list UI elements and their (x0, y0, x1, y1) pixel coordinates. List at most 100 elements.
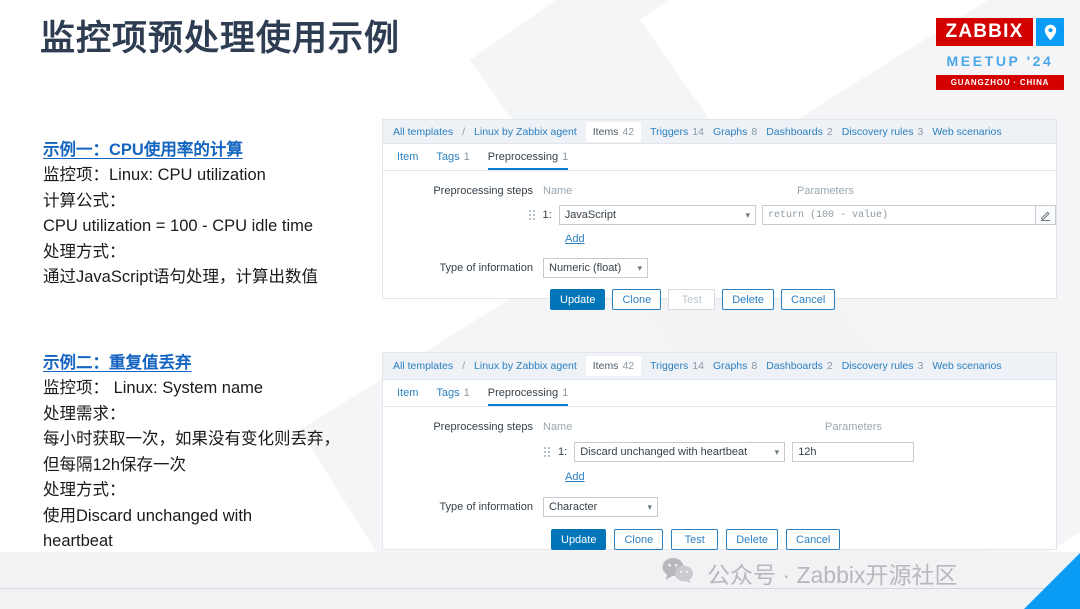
clone-button[interactable]: Clone (612, 289, 662, 310)
tab-item[interactable]: Item (397, 387, 418, 406)
location-pin-icon (1036, 18, 1064, 46)
tab-preprocessing-count: 1 (562, 387, 569, 399)
nav-items-label: Items (592, 125, 619, 138)
page-title: 监控项预处理使用示例 (40, 19, 401, 58)
type-of-information-value: Numeric (float) (549, 262, 622, 274)
column-header-name: Name (543, 185, 573, 197)
nav-graphs[interactable]: Graphs 8 (713, 360, 757, 372)
logo-top-row: ZABBIX (936, 18, 1064, 46)
add-step-link[interactable]: Add (565, 471, 585, 483)
type-of-information-select[interactable]: Character ▾ (543, 497, 658, 517)
column-header-name: Name (543, 421, 573, 433)
tab-tags-count: 1 (463, 151, 470, 163)
footer-watermark-text: 公众号 · Zabbix开源社区 (707, 562, 958, 588)
nav-graphs-count: 8 (751, 125, 758, 138)
example-2-line-1: 监控项： Linux: System name (43, 379, 264, 397)
column-header-parameters: Parameters (825, 421, 882, 433)
add-step-link[interactable]: Add (565, 233, 585, 245)
chevron-down-icon: ▾ (774, 446, 780, 457)
nav-items[interactable]: Items 42 (585, 356, 642, 376)
step-drag-handle[interactable] (528, 208, 537, 222)
test-button: Test (668, 289, 716, 310)
example-2-line-2: 处理需求： (43, 404, 126, 423)
example-1-line-4: 处理方式： (43, 242, 126, 261)
tab-tags[interactable]: Tags 1 (436, 151, 469, 170)
nav-web-scenarios[interactable]: Web scenarios (932, 126, 1001, 138)
nav-items[interactable]: Items 42 (585, 121, 642, 142)
example-block-2: 示例二：重复值丢弃 监控项： Linux: System name 处理需求： … (43, 349, 340, 555)
nav-items-label: Items (592, 360, 619, 372)
type-of-information-label: Type of information (439, 501, 533, 513)
step-number: 1: (542, 209, 552, 221)
tab-item[interactable]: Item (397, 151, 418, 170)
type-of-information-label: Type of information (439, 262, 533, 274)
update-button[interactable]: Update (551, 529, 607, 550)
nav-discovery-rules[interactable]: Discovery rules 3 (842, 126, 924, 138)
preprocessing-form: Preprocessing steps Name Parameters 1: D… (383, 407, 1056, 550)
breadcrumb-all-templates[interactable]: All templates (393, 360, 453, 372)
nav-dashboards-label: Dashboards (766, 125, 823, 138)
tab-preprocessing[interactable]: Preprocessing 1 (487, 387, 569, 406)
wechat-icon (662, 557, 694, 590)
nav-dashboards[interactable]: Dashboards 2 (766, 126, 832, 138)
tab-tags[interactable]: Tags 1 (436, 387, 469, 406)
tab-bar: Item Tags 1 Preprocessing 1 (383, 380, 1056, 407)
tab-item-label: Item (397, 387, 419, 399)
nav-triggers-count: 14 (692, 360, 704, 372)
step-name-select[interactable]: JavaScript ▾ (558, 205, 756, 225)
zabbix-screenshot-panel-1: All templates / Linux by Zabbix agent It… (383, 120, 1056, 310)
test-button[interactable]: Test (671, 529, 719, 550)
tab-bar: Item Tags 1 Preprocessing 1 (383, 144, 1056, 171)
tab-preprocessing-label: Preprocessing (487, 151, 559, 163)
nav-dashboards-count: 2 (826, 125, 833, 138)
step-parameter-input[interactable]: return (100 - value) (761, 205, 1036, 225)
nav-dashboards-count: 2 (826, 360, 833, 372)
step-name-select[interactable]: Discard unchanged with heartbeat ▾ (574, 442, 786, 462)
zabbix-screenshot-panel-2: All templates / Linux by Zabbix agent It… (383, 353, 1056, 550)
nav-triggers-label: Triggers (650, 360, 689, 372)
step-parameter-input[interactable]: 12h (792, 442, 915, 462)
delete-button[interactable]: Delete (722, 289, 775, 310)
breadcrumb: All templates / Linux by Zabbix agent It… (383, 120, 1056, 144)
step-parameter-value: 12h (798, 446, 817, 458)
nav-graphs-count: 8 (751, 360, 758, 372)
nav-discovery-rules[interactable]: Discovery rules 3 (842, 360, 924, 372)
nav-triggers[interactable]: Triggers 14 (650, 360, 704, 372)
step-drag-handle[interactable] (543, 445, 552, 459)
nav-dashboards[interactable]: Dashboards 2 (766, 360, 832, 372)
example-1-line-3: CPU utilization = 100 - CPU idle time (43, 217, 314, 235)
breadcrumb-separator: / (462, 360, 466, 372)
clone-button[interactable]: Clone (614, 529, 664, 550)
nav-discovery-rules-label: Discovery rules (841, 360, 914, 372)
slide-root: 监控项预处理使用示例 ZABBIX MEETUP '24 GUANGZHOU ·… (0, 0, 1080, 609)
nav-web-scenarios[interactable]: Web scenarios (932, 360, 1001, 372)
update-button[interactable]: Update (550, 289, 606, 310)
preprocessing-steps-label: Preprocessing steps (433, 185, 533, 197)
delete-button[interactable]: Delete (726, 529, 779, 550)
tab-preprocessing[interactable]: Preprocessing 1 (487, 151, 569, 170)
cancel-button[interactable]: Cancel (786, 529, 841, 550)
nav-discovery-rules-count: 3 (917, 360, 924, 372)
example-2-line-5: 处理方式： (43, 481, 126, 499)
step-parameter-value: return (100 - value) (767, 209, 889, 221)
edit-pencil-icon[interactable] (1035, 205, 1056, 225)
breadcrumb-template-name[interactable]: Linux by Zabbix agent (474, 360, 577, 372)
step-name-value: JavaScript (564, 209, 617, 221)
nav-discovery-rules-count: 3 (917, 125, 924, 138)
nav-items-count: 42 (622, 360, 635, 372)
breadcrumb-all-templates[interactable]: All templates (393, 126, 453, 138)
cancel-button[interactable]: Cancel (781, 289, 836, 310)
example-1-line-2: 计算公式： (43, 191, 126, 210)
example-1-line-1: 监控项：Linux: CPU utilization (43, 166, 266, 184)
breadcrumb-template-name[interactable]: Linux by Zabbix agent (474, 126, 577, 138)
type-of-information-select[interactable]: Numeric (float) ▾ (543, 258, 648, 278)
nav-dashboards-label: Dashboards (766, 360, 823, 372)
type-of-information-value: Character (549, 501, 598, 513)
nav-triggers[interactable]: Triggers 14 (650, 126, 704, 138)
nav-graphs-label: Graphs (712, 360, 748, 372)
logo-city-text: GUANGZHOU · CHINA (936, 75, 1064, 90)
nav-graphs[interactable]: Graphs 8 (713, 126, 757, 138)
nav-items-count: 42 (622, 125, 635, 138)
logo-meetup-text: MEETUP '24 (946, 53, 1054, 69)
step-name-value: Discard unchanged with heartbeat (580, 446, 748, 458)
